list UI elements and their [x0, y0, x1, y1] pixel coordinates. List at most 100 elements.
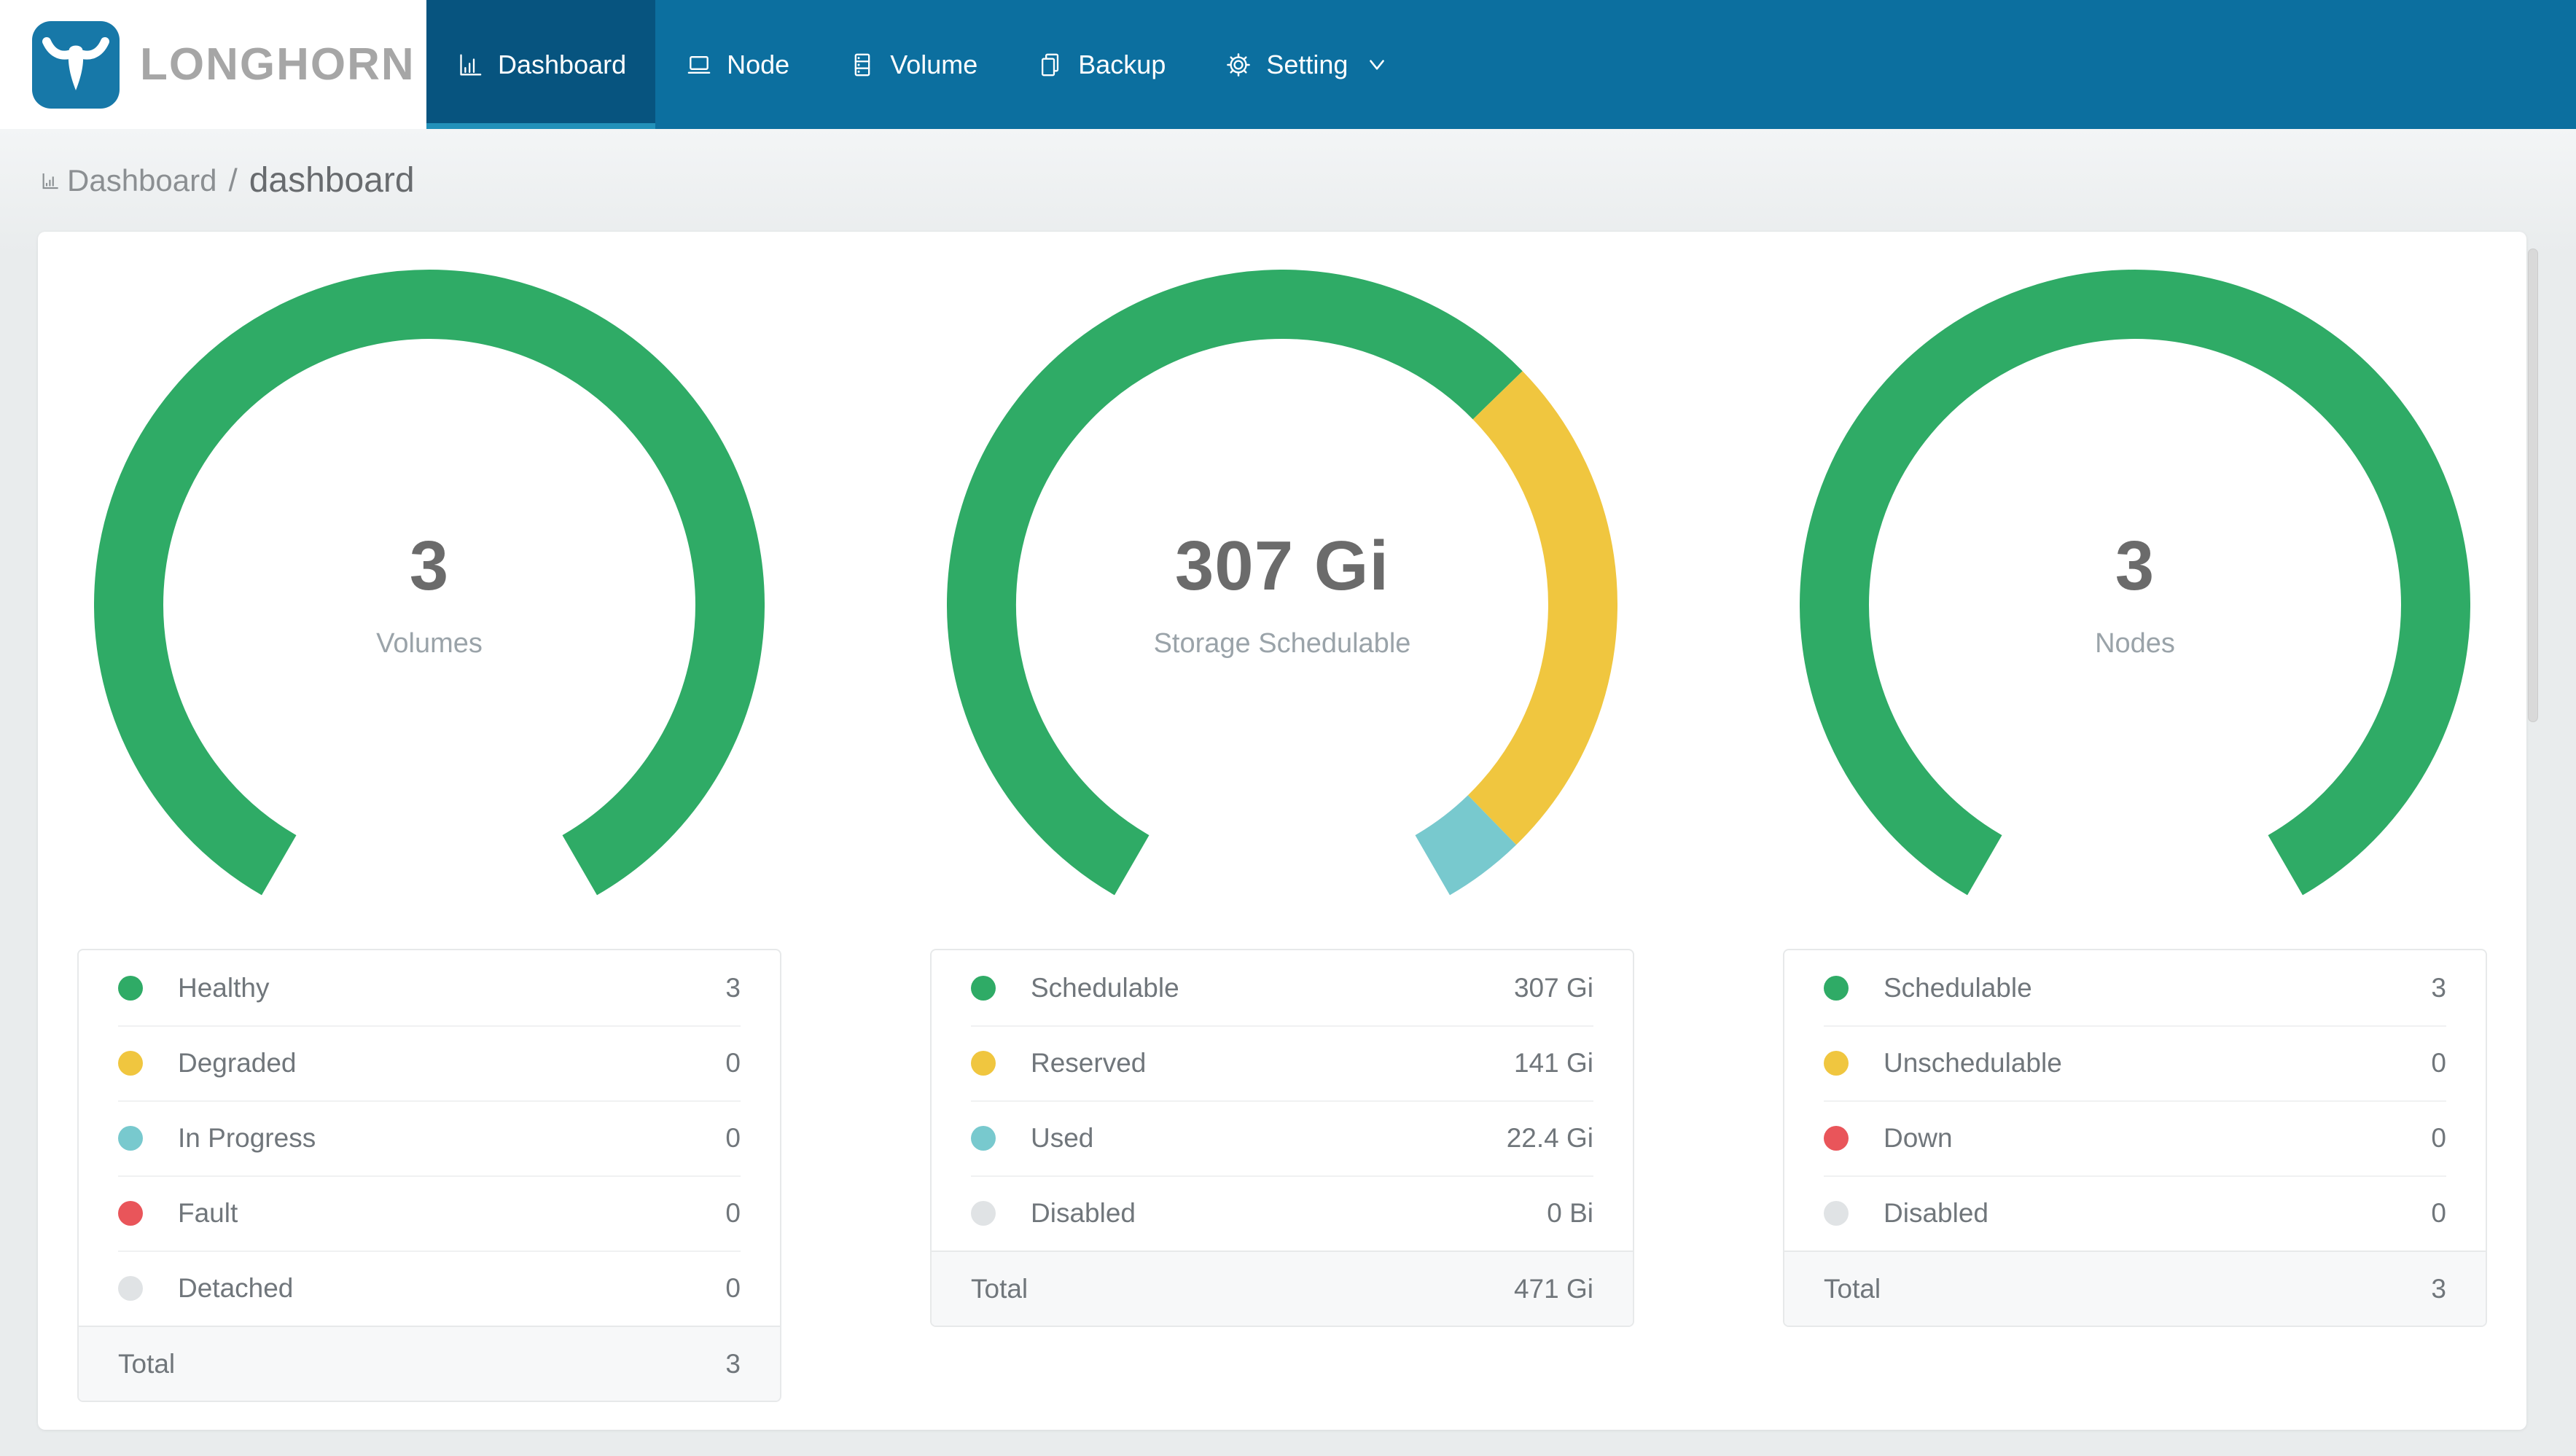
- volumes-legend-table: Healthy 3 Degraded 0 In Progress 0 Fault 0 Detac…: [77, 949, 781, 1402]
- nav-label: Volume: [890, 49, 978, 79]
- legend-value: 0 Bi: [1547, 1197, 1593, 1228]
- page-content: Dashboard / dashboard 3 Volumes Healthy 3…: [0, 129, 2576, 1456]
- dashboard-card: 3 Volumes Healthy 3 Degraded 0 In Progress 0 F…: [38, 232, 2526, 1430]
- legend-value: 0: [725, 1197, 741, 1228]
- nodes-gauge: 3 Nodes: [1800, 270, 2470, 940]
- nav-label: Dashboard: [498, 49, 627, 79]
- bar-chart-icon: [460, 54, 482, 76]
- main-menu: Dashboard Node Volume Backup Setting: [426, 0, 1418, 129]
- breadcrumb: Dashboard / dashboard: [0, 129, 2576, 232]
- legend-label: Healthy: [178, 972, 270, 1003]
- legend-row: Used 22.4 Gi: [932, 1100, 1633, 1175]
- legend-label: Detached: [178, 1272, 294, 1303]
- legend-total-row: Total 471 Gi: [932, 1250, 1633, 1326]
- legend-value: 0: [725, 1272, 741, 1303]
- legend-value: 307 Gi: [1513, 972, 1593, 1003]
- legend-color-dot: [118, 1275, 143, 1301]
- legend-value: 0: [725, 1122, 741, 1153]
- legend-label: Schedulable: [1031, 972, 1179, 1003]
- volumes-gauge: 3 Volumes: [94, 270, 765, 940]
- legend-row: Reserved 141 Gi: [932, 1025, 1633, 1100]
- legend-value: 141 Gi: [1513, 1047, 1593, 1078]
- legend-value: 22.4 Gi: [1506, 1122, 1593, 1153]
- legend-total-row: Total 3: [1784, 1250, 2486, 1326]
- gauge-center-text: 307 Gi Storage Schedulable: [947, 526, 1617, 659]
- legend-color-dot: [118, 975, 143, 1001]
- nodes-legend-table: Schedulable 3 Unschedulable 0 Down 0 Disabled 0…: [1783, 949, 2487, 1327]
- nodes-gauge-label: Nodes: [2095, 628, 2175, 659]
- storage-legend-table: Schedulable 307 Gi Reserved 141 Gi Used 22.4 …: [930, 949, 1634, 1327]
- volumes-count: 3: [409, 527, 450, 605]
- legend-label: In Progress: [178, 1122, 316, 1153]
- nav-label: Setting: [1266, 49, 1349, 79]
- nav-label: Node: [727, 49, 790, 79]
- legend-row: Disabled 0 Bi: [932, 1175, 1633, 1250]
- legend-color-dot: [1824, 975, 1849, 1001]
- nav-item-setting[interactable]: Setting: [1195, 0, 1418, 129]
- legend-value: 0: [2431, 1122, 2446, 1153]
- gauge-center-text: 3 Nodes: [1800, 526, 2470, 659]
- legend-color-dot: [118, 1050, 143, 1076]
- legend-row: Schedulable 307 Gi: [932, 950, 1633, 1025]
- storage-schedulable-value: 307 Gi: [1174, 527, 1390, 605]
- volumes-gauge-label: Volumes: [376, 628, 483, 659]
- legend-color-dot: [118, 1125, 143, 1151]
- copy-icon: [1042, 53, 1059, 76]
- volumes-panel: 3 Volumes Healthy 3 Degraded 0 In Progress 0 F…: [77, 270, 781, 1430]
- chevron-down-icon: [1370, 59, 1385, 70]
- logo-area[interactable]: LONGHORN: [0, 0, 426, 129]
- legend-row: Schedulable 3: [1784, 950, 2486, 1025]
- nav-item-node[interactable]: Node: [655, 0, 819, 129]
- legend-total-row: Total 3: [79, 1326, 780, 1401]
- vertical-scrollbar-thumb[interactable]: [2528, 248, 2538, 722]
- laptop-icon: [687, 55, 711, 74]
- total-label: Total: [1824, 1273, 1881, 1304]
- database-icon: [854, 53, 870, 76]
- legend-label: Disabled: [1884, 1197, 1988, 1228]
- nav-item-dashboard[interactable]: Dashboard: [426, 0, 656, 129]
- legend-value: 0: [725, 1047, 741, 1078]
- legend-row: Fault 0: [79, 1175, 780, 1250]
- legend-value: 3: [2431, 972, 2446, 1003]
- legend-row: Unschedulable 0: [1784, 1025, 2486, 1100]
- legend-label: Unschedulable: [1884, 1047, 2062, 1078]
- total-value: 3: [725, 1348, 741, 1379]
- legend-color-dot: [971, 975, 996, 1001]
- gauge-segment-used: [1414, 794, 1517, 896]
- legend-label: Disabled: [1031, 1197, 1136, 1228]
- legend-label: Reserved: [1031, 1047, 1147, 1078]
- total-label: Total: [118, 1348, 176, 1379]
- total-value: 3: [2431, 1273, 2446, 1304]
- longhorn-logo-icon: [32, 20, 120, 109]
- legend-value: 0: [2431, 1197, 2446, 1228]
- nodes-panel: 3 Nodes Schedulable 3 Unschedulable 0 Down 0 D…: [1783, 270, 2487, 1430]
- legend-label: Schedulable: [1884, 972, 2032, 1003]
- nodes-count: 3: [2115, 527, 2155, 605]
- gauge-center-text: 3 Volumes: [94, 526, 765, 659]
- legend-color-dot: [971, 1125, 996, 1151]
- legend-color-dot: [1824, 1050, 1849, 1076]
- legend-label: Down: [1884, 1122, 1953, 1153]
- longhorn-dashboard-screen: LONGHORN Dashboard Node Volume Backup Se…: [0, 0, 2576, 1456]
- legend-row: Down 0: [1784, 1100, 2486, 1175]
- legend-label: Fault: [178, 1197, 238, 1228]
- gear-icon: [1227, 52, 1251, 77]
- bar-chart-icon: [42, 173, 58, 189]
- total-value: 471 Gi: [1513, 1273, 1593, 1304]
- legend-label: Used: [1031, 1122, 1094, 1153]
- storage-panel: 307 Gi Storage Schedulable Schedulable 30…: [930, 270, 1634, 1430]
- storage-gauge: 307 Gi Storage Schedulable: [947, 270, 1617, 940]
- legend-color-dot: [971, 1200, 996, 1226]
- legend-row: Disabled 0: [1784, 1175, 2486, 1250]
- breadcrumb-section-dashboard[interactable]: Dashboard: [67, 163, 216, 198]
- breadcrumb-separator: /: [228, 162, 238, 198]
- legend-row: In Progress 0: [79, 1100, 780, 1175]
- legend-row: Detached 0: [79, 1250, 780, 1326]
- nav-item-volume[interactable]: Volume: [819, 0, 1007, 129]
- top-navbar: LONGHORN Dashboard Node Volume Backup Se…: [0, 0, 2576, 129]
- nav-item-backup[interactable]: Backup: [1007, 0, 1195, 129]
- legend-value: 0: [2431, 1047, 2446, 1078]
- brand-name: LONGHORN: [140, 39, 415, 90]
- legend-color-dot: [1824, 1125, 1849, 1151]
- legend-color-dot: [118, 1200, 143, 1226]
